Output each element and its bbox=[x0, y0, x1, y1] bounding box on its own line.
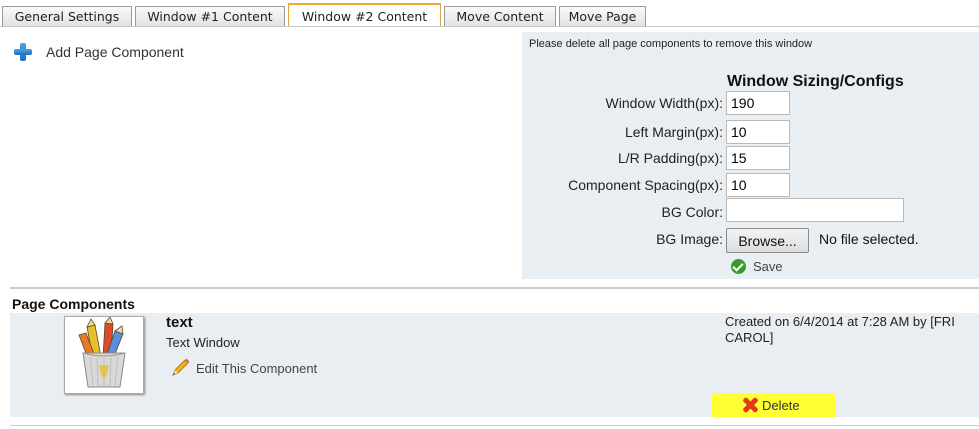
window-config-panel: Please delete all page components to rem… bbox=[522, 32, 979, 279]
add-page-component-link[interactable]: Add Page Component bbox=[13, 42, 184, 62]
tab-window-1-content[interactable]: Window #1 Content bbox=[135, 6, 285, 26]
section-divider bbox=[10, 287, 979, 289]
tab-divider bbox=[0, 26, 979, 27]
browse-button[interactable]: Browse... bbox=[726, 228, 809, 253]
tab-general-settings[interactable]: General Settings bbox=[2, 6, 132, 26]
delete-x-icon bbox=[742, 397, 758, 413]
left-margin-label: Left Margin(px): bbox=[624, 124, 723, 140]
delete-label: Delete bbox=[762, 397, 800, 413]
lr-padding-label: L/R Padding(px): bbox=[617, 150, 723, 166]
left-margin-input[interactable] bbox=[726, 120, 790, 144]
component-list-item: text Text Window Edit This Component Cre… bbox=[10, 313, 979, 417]
save-label: Save bbox=[753, 259, 783, 274]
bg-image-label: BG Image: bbox=[656, 231, 723, 247]
edit-component-link[interactable]: Edit This Component bbox=[169, 357, 317, 379]
pencil-cup-thumbnail bbox=[64, 316, 144, 394]
tab-move-page[interactable]: Move Page bbox=[559, 6, 646, 26]
bg-color-input[interactable] bbox=[726, 198, 904, 222]
component-spacing-label: Component Spacing(px): bbox=[568, 177, 723, 193]
page-components-title: Page Components bbox=[12, 296, 135, 312]
plus-icon bbox=[13, 42, 33, 62]
window-width-label: Window Width(px): bbox=[605, 95, 723, 111]
add-page-component-label: Add Page Component bbox=[46, 44, 184, 60]
tab-move-content[interactable]: Move Content bbox=[444, 6, 556, 26]
lr-padding-input[interactable] bbox=[726, 146, 790, 170]
created-info: Created on 6/4/2014 at 7:28 AM by [FRI C… bbox=[725, 314, 955, 345]
bottom-divider bbox=[10, 425, 979, 426]
delete-component-button[interactable]: Delete bbox=[712, 393, 836, 417]
component-type: Text Window bbox=[166, 335, 240, 350]
file-status-text: No file selected. bbox=[819, 231, 919, 247]
window-sizing-title: Window Sizing/Configs bbox=[727, 73, 904, 90]
checkmark-icon bbox=[731, 259, 746, 274]
component-spacing-input[interactable] bbox=[726, 173, 790, 197]
component-name: text bbox=[166, 314, 193, 331]
edit-component-label: Edit This Component bbox=[196, 360, 318, 376]
pencil-icon bbox=[172, 358, 190, 376]
tab-window-2-content[interactable]: Window #2 Content bbox=[288, 3, 441, 27]
remove-window-notice: Please delete all page components to rem… bbox=[529, 38, 813, 50]
bg-color-label: BG Color: bbox=[661, 204, 723, 220]
pencil-cup-icon bbox=[78, 316, 126, 388]
save-button[interactable]: Save bbox=[731, 259, 783, 274]
window-width-input[interactable] bbox=[726, 91, 790, 115]
